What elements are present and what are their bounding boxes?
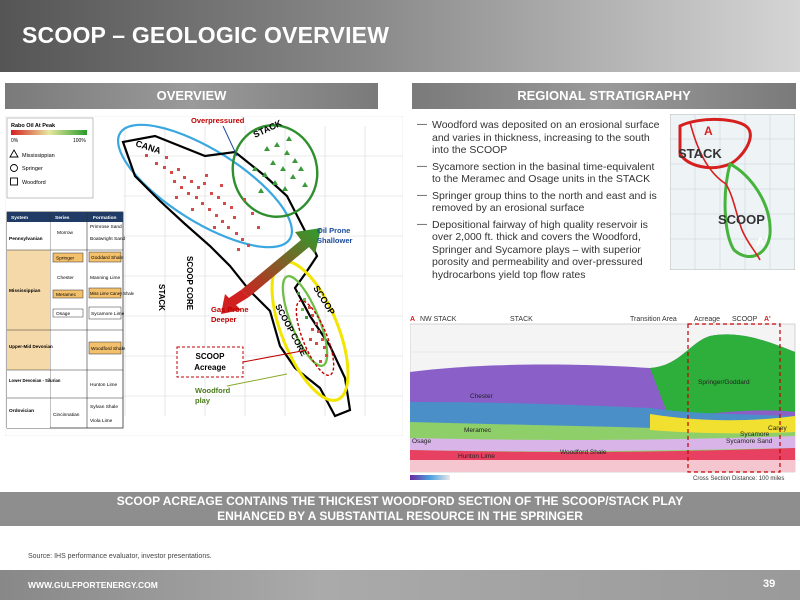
legend-item-woodford: Woodford	[22, 180, 46, 186]
source-note: Source: IHS performance evaluator, inves…	[28, 553, 212, 560]
acreage-callout-line1: SCOOP	[196, 352, 226, 361]
legend-max: 100%	[73, 138, 86, 144]
formation-miss-lime-caney: Miss Lime Caney Shale	[90, 291, 135, 296]
xs-region-acreage: Acreage	[694, 316, 720, 323]
legend-item-springer: Springer	[22, 166, 43, 172]
legend-title: Rabo Oil At Peak	[11, 123, 56, 129]
bullet-item: Sycamore section in the basinal time-equ…	[417, 161, 662, 186]
series-cincinnatian: Cincinnatian	[53, 412, 80, 418]
system-pennsylvanian: Pennsylvanian	[9, 236, 43, 242]
series-springer: Springer	[56, 256, 75, 262]
inset-map-svg: A STACK SCOOP A'	[669, 113, 796, 271]
xs-layer-hunton: Hunton Lime	[458, 453, 495, 460]
xs-layer-woodford: Woodford Shale	[560, 449, 607, 456]
formation-viola: Viola Lime	[90, 418, 113, 424]
series-meramec: Meramec	[56, 292, 77, 298]
bullet-item: Depositional fairway of high quality res…	[417, 219, 662, 282]
inset-a-label: A	[704, 124, 713, 138]
system-lower-devonian-silurian: Lower Devonian - Silurian	[9, 378, 61, 383]
formation-woodford: Woodford Shale	[91, 346, 126, 352]
legend-min: 0%	[11, 138, 19, 144]
legend-gradient	[11, 130, 87, 135]
xs-layer-osage: Osage	[412, 438, 432, 445]
xs-distance-label: Cross Section Distance: 100 miles	[693, 476, 784, 482]
xs-region-transition: Transition Area	[630, 316, 677, 323]
strat-table: System Series Formation Pennsylvanian Mi…	[6, 211, 135, 429]
acreage-callout-line2: Acreage	[194, 363, 226, 372]
overview-header: OVERVIEW	[5, 83, 378, 109]
table-header-system: System	[11, 215, 28, 221]
stratigraphy-header: REGIONAL STRATIGRAPHY	[412, 83, 796, 109]
xs-region-stack: STACK	[510, 316, 533, 323]
woodford-play-label-2: play	[195, 396, 211, 405]
formation-boatwright: Boatwright Sand	[90, 236, 126, 242]
inset-map: A STACK SCOOP A'	[669, 113, 796, 271]
bullet-item: Springer group thins to the north and ea…	[417, 190, 662, 215]
inset-scoop-label: SCOOP	[718, 212, 765, 227]
formation-primrose: Primrose Sand	[90, 224, 122, 230]
xs-region-nw-stack: NW STACK	[420, 316, 457, 323]
overview-map: Rabo Oil At Peak 0% 100% Mississippian S…	[4, 115, 404, 437]
gas-prone-label-2: Deeper	[211, 315, 237, 324]
banner-line-2: ENHANCED BY A SUBSTANTIAL RESOURCE IN TH…	[217, 509, 583, 523]
system-upper-mid-devonian: Upper-Mid Devonian	[9, 344, 53, 349]
xs-layer-chester: Chester	[470, 393, 494, 400]
formation-manning: Manning Lime	[90, 275, 120, 281]
series-osage: Osage	[56, 311, 70, 317]
xs-region-scoop: SCOOP	[732, 316, 758, 323]
overview-map-svg: Rabo Oil At Peak 0% 100% Mississippian S…	[4, 115, 404, 437]
xs-layer-sycamore: Sycamore	[740, 431, 770, 438]
woodford-play-label-1: Woodford	[195, 386, 231, 395]
xs-a-label: A	[410, 316, 415, 323]
banner-line-1: SCOOP ACREAGE CONTAINS THE THICKEST WOOD…	[116, 494, 684, 508]
legend-item-mississippian: Mississippian	[22, 153, 55, 159]
gas-prone-label-1: Gas Prone	[211, 305, 249, 314]
page-number: 39	[763, 578, 776, 590]
formation-sylvan: Sylvan Shale	[90, 404, 118, 410]
summary-banner: SCOOP ACREAGE CONTAINS THE THICKEST WOOD…	[0, 492, 800, 526]
formation-hunton: Hunton Lime	[90, 382, 118, 388]
oil-prone-label-2: Shallower	[317, 236, 353, 245]
cross-section: A NW STACK STACK Transition Area Acreage…	[409, 312, 798, 482]
scoop-core-vertical-label: SCOOP CORE	[185, 256, 194, 311]
inset-a-prime-label: A'	[756, 235, 768, 249]
xs-layer-caney: Caney	[768, 425, 788, 432]
footer-url[interactable]: WWW.GULFPORTENERGY.COM	[28, 580, 158, 590]
layer-basement	[410, 460, 795, 472]
series-morrow: Morrow	[57, 230, 74, 236]
xs-color-scale	[410, 475, 450, 480]
series-chester: Chester	[57, 275, 74, 281]
inset-stack-label: STACK	[678, 146, 722, 161]
stack-vertical-label: STACK	[157, 284, 166, 311]
system-mississippian: Mississippian	[9, 288, 41, 294]
cross-section-svg: A NW STACK STACK Transition Area Acreage…	[409, 316, 796, 482]
oil-prone-label-1: Oil Prone	[317, 226, 350, 235]
formation-goddard: Goddard Shale	[91, 255, 124, 261]
xs-layer-meramec: Meramec	[464, 427, 492, 434]
system-ordovician: Ordovician	[9, 408, 34, 414]
map-legend: Rabo Oil At Peak 0% 100% Mississippian S…	[6, 117, 94, 199]
formation-sycamore: Sycamore Lime	[91, 311, 125, 317]
stratigraphy-bullets: Woodford was deposited on an erosional s…	[417, 119, 662, 285]
page-title: SCOOP – GEOLOGIC OVERVIEW	[22, 22, 390, 48]
xs-layer-sycamore-sand: Sycamore Sand	[726, 438, 773, 445]
xs-layer-springer: Springer/Goddard	[698, 379, 750, 386]
xs-a-prime-label: A'	[764, 316, 771, 323]
bullet-item: Woodford was deposited on an erosional s…	[417, 119, 662, 157]
table-header-formation: Formation	[93, 215, 117, 221]
overpressured-label: Overpressured	[191, 116, 245, 125]
table-header-series: Series	[55, 215, 70, 221]
